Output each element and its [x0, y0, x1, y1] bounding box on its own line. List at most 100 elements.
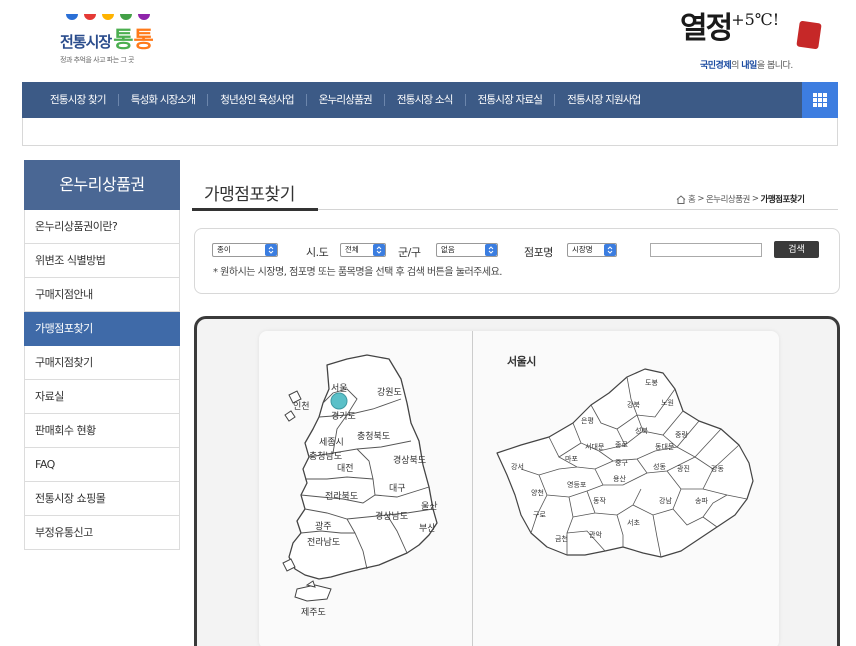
nav-special-markets[interactable]: 특성화 시장소개 [119, 94, 209, 106]
search-hint: * 원하시는 시장명, 점포명 또는 품목명을 선택 후 검색 버튼을 눌러주세… [213, 267, 502, 278]
district-label-yeongdeungpo: 영등포 [567, 480, 587, 489]
nav-market-support[interactable]: 전통시장 지원사업 [555, 94, 652, 106]
store-type-select[interactable]: 시장명 [567, 243, 617, 257]
breadcrumb-current: 가맹점포찾기 [760, 195, 805, 205]
search-input[interactable] [650, 243, 762, 257]
district-label-dongdaemun: 동대문 [655, 443, 675, 451]
district-label-gangbuk: 강북 [627, 400, 640, 409]
district-label-jongno: 종로 [615, 441, 628, 449]
slogan-subtitle: 국민경제의 내일을 봅니다. [700, 61, 793, 71]
region-label-gyeonggi: 경기도 [331, 410, 356, 422]
region-label-sejong: 세종시 [319, 437, 344, 448]
region-label-gyeongbuk: 경상북도 [393, 454, 426, 466]
district-label-seodaemun: 서대문 [585, 442, 605, 451]
seoul-map[interactable]: 도봉 강북 노원 은평 성북 중랑 서대문 종로 동대문 강서 마포 중구 성동… [477, 319, 840, 646]
home-icon[interactable] [676, 194, 686, 204]
district-label-dongjak: 동작 [593, 496, 606, 505]
breadcrumb-separator: > [697, 194, 704, 204]
region-label-busan: 부산 [419, 523, 436, 534]
district-label-songpa: 송파 [695, 496, 708, 505]
sidebar: 온누리상품권 온누리상품권이란? 위변조 식별방법 구매지점안내 가맹점포찾기 … [24, 160, 180, 550]
sido-label: 시.도 [306, 246, 329, 259]
stamp-icon [796, 20, 822, 50]
region-label-daegu: 대구 [389, 483, 406, 494]
district-label-gwanak: 관악 [589, 530, 602, 539]
sido-select[interactable]: 전체 [340, 243, 386, 257]
sidebar-item-purchase-guide[interactable]: 구매지점안내 [24, 278, 180, 312]
breadcrumb-home[interactable]: 홈 [688, 193, 696, 205]
logo-tagline: 정과 추억을 사고 파는 그 곳 [60, 56, 134, 64]
seoul-marker[interactable] [330, 392, 348, 410]
sidebar-item-archive[interactable]: 자료실 [24, 380, 180, 414]
sub-menu-bar [22, 118, 838, 146]
district-label-dobong: 도봉 [645, 379, 658, 387]
district-label-gangdong: 강동 [711, 464, 724, 473]
breadcrumb: 홈 > 온누리상품권 > 가맹점포찾기 [676, 193, 805, 205]
district-label-seongbuk: 성북 [635, 426, 648, 435]
region-label-seoul: 서울 [331, 383, 348, 394]
search-panel [194, 228, 840, 294]
slogan-super: +5℃! [731, 10, 780, 29]
sidebar-title: 온누리상품권 [24, 160, 180, 210]
grid-menu-icon [813, 93, 827, 107]
region-label-daejeon: 대전 [337, 463, 354, 474]
map-panel: 서울시 서울 인천 강원도 경기도 세종시 충청북도 충청남도 대전 경상북도 … [194, 316, 840, 646]
sidebar-item-faq[interactable]: FAQ [24, 448, 180, 482]
region-label-chungnam: 충청남도 [309, 451, 342, 462]
breadcrumb-section[interactable]: 온누리상품권 [706, 193, 750, 205]
region-label-incheon: 인천 [293, 401, 310, 412]
region-label-ulsan: 울산 [421, 501, 438, 512]
breadcrumb-separator: > [751, 194, 759, 204]
search-button[interactable]: 검색 [774, 241, 819, 258]
district-label-guro: 구로 [533, 511, 546, 519]
district-label-jungnang: 중랑 [675, 431, 688, 439]
district-label-seongdong: 성동 [653, 462, 666, 471]
logo-flags [66, 14, 170, 20]
district-label-junggu: 중구 [615, 459, 628, 467]
region-label-jeju: 제주도 [301, 607, 326, 618]
logo-brand-a: 통 [113, 28, 133, 53]
district-label-yangcheon: 양천 [531, 488, 544, 497]
sidebar-item-store-search[interactable]: 가맹점포찾기 [24, 312, 180, 346]
nav-onnuri-voucher[interactable]: 온누리상품권 [307, 94, 385, 106]
nav-market-archive[interactable]: 전통시장 자료실 [466, 94, 556, 106]
logo-brand-b: 통 [133, 28, 153, 53]
sidebar-item-shopping-mall[interactable]: 전통시장 쇼핑몰 [24, 482, 180, 516]
voucher-type-select[interactable]: 종이 [212, 243, 278, 257]
gungu-select[interactable]: 없음 [436, 243, 498, 257]
slogan-banner: 열정+5℃! 국민경제의 내일을 봅니다. [680, 10, 830, 74]
district-label-geumcheon: 금천 [555, 534, 568, 543]
sidebar-item-sales-status[interactable]: 판매회수 현황 [24, 414, 180, 448]
select-arrow-icon [485, 244, 497, 256]
region-label-chungbuk: 충청북도 [357, 431, 390, 442]
region-label-gangwon: 강원도 [377, 387, 402, 398]
district-label-gwangjin: 광진 [677, 464, 690, 473]
main-nav: 전통시장 찾기 특성화 시장소개 청년상인 육성사업 온누리상품권 전통시장 소… [22, 82, 838, 118]
sidebar-item-branch-search[interactable]: 구매지점찾기 [24, 346, 180, 380]
all-menu-button[interactable] [802, 82, 838, 118]
district-label-eunpyeong: 은평 [581, 416, 594, 425]
select-arrow-icon [373, 244, 385, 256]
nav-market-news[interactable]: 전통시장 소식 [385, 94, 466, 106]
site-header: 전통시장 통 통 정과 추억을 사고 파는 그 곳 열정+5℃! 국민경제의 내… [0, 0, 856, 80]
page-title: 가맹점포찾기 [204, 185, 295, 205]
nav-youth-merchants[interactable]: 청년상인 육성사업 [208, 94, 307, 106]
korea-map[interactable]: 서울 인천 강원도 경기도 세종시 충청북도 충청남도 대전 경상북도 대구 전… [197, 319, 477, 646]
district-label-yongsan: 용산 [613, 474, 626, 483]
sidebar-item-about[interactable]: 온누리상품권이란? [24, 210, 180, 244]
district-label-seocho: 서초 [627, 518, 640, 527]
site-logo[interactable]: 전통시장 통 통 정과 추억을 사고 파는 그 곳 [60, 14, 170, 64]
sidebar-item-report[interactable]: 부정유통신고 [24, 516, 180, 550]
select-arrow-icon [604, 244, 616, 256]
nav-market-search[interactable]: 전통시장 찾기 [38, 94, 119, 106]
logo-text: 전통시장 [60, 33, 112, 51]
slogan-main: 열정 [680, 11, 733, 46]
title-underline [192, 208, 318, 211]
panel-accent-right [837, 319, 840, 646]
gungu-label: 군/구 [398, 246, 421, 259]
jeju-island [294, 584, 332, 602]
district-label-gangnam: 강남 [659, 496, 672, 505]
district-label-nowon: 노원 [661, 398, 674, 407]
region-label-gwangju: 광주 [315, 520, 332, 532]
sidebar-item-counterfeit[interactable]: 위변조 식별방법 [24, 244, 180, 278]
